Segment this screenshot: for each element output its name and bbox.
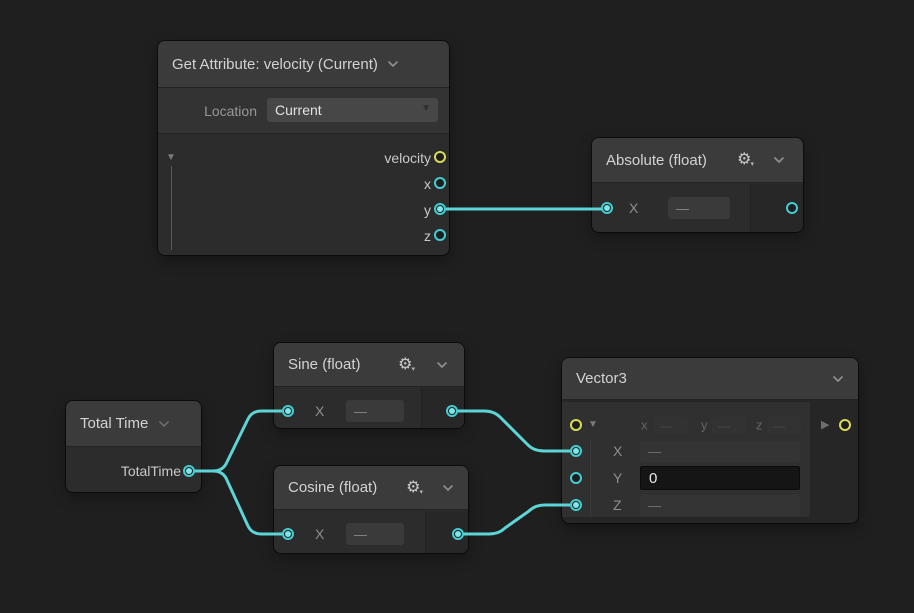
input-label-x: X [315,403,324,419]
output-column [422,388,464,428]
input-field-y[interactable] [640,466,800,490]
chevron-down-icon[interactable] [387,60,399,68]
output-label-y: y [424,202,431,218]
input-label-x: X [613,443,622,459]
compact-label-z: z [756,418,763,433]
expander-down-icon[interactable]: ▼ [588,420,598,430]
gear-icon[interactable]: ⚙▾ [398,357,415,373]
chevron-down-icon[interactable] [442,484,454,492]
output-label-velocity: velocity [384,150,431,166]
port-in-x[interactable] [282,405,294,417]
input-field-z[interactable]: — [640,495,800,516]
port-out-x[interactable] [434,177,446,189]
chevron-down-icon[interactable] [773,156,785,164]
body-divider [425,511,426,553]
port-in-x[interactable] [282,528,294,540]
node-vector3[interactable]: Vector3 ▼ x — y — z — X — Y Z — ▶ [562,358,858,523]
chevron-down-icon[interactable] [158,420,170,428]
gear-icon[interactable]: ⚙▾ [406,480,423,496]
edge-sine-to-vector3-x[interactable] [452,411,576,451]
node-settings-row: Location Current ▼ [158,88,449,134]
port-separator-line [590,440,591,516]
port-out[interactable] [452,528,464,540]
node-total-time[interactable]: Total Time TotalTime [66,401,201,492]
port-in-x[interactable] [601,202,613,214]
port-in-z[interactable] [570,499,582,511]
body-divider [750,184,751,232]
expander-down-icon[interactable]: ▼ [166,153,176,163]
node-title: Cosine (float) [288,479,377,496]
node-output-section: ▼ velocity x y z [158,134,449,255]
port-out-velocity[interactable] [434,151,446,163]
node-header[interactable]: Get Attribute: velocity (Current) [158,41,449,88]
compact-field-y[interactable]: — [712,417,746,434]
input-label-z: Z [613,497,622,513]
input-label-x: X [629,200,638,216]
gear-icon[interactable]: ⚙▾ [737,152,754,168]
node-title: Get Attribute: velocity (Current) [172,56,378,73]
port-out[interactable] [183,465,195,477]
dropdown-caret-icon: ▼ [421,104,431,114]
node-header[interactable]: Absolute (float) ⚙▾ [592,138,803,183]
node-header[interactable]: Vector3 [562,358,858,400]
location-label: Location [204,103,257,119]
node-get-attribute[interactable]: Get Attribute: velocity (Current) Locati… [158,41,449,255]
port-in-y[interactable] [570,472,582,484]
node-graph-canvas[interactable]: { "icons": { "gear": "⚙", "gear_caret": … [0,0,914,613]
node-absolute[interactable]: Absolute (float) ⚙▾ X — [592,138,803,232]
node-header[interactable]: Cosine (float) ⚙▾ [274,466,468,510]
input-field-x[interactable]: — [346,523,404,545]
port-out[interactable] [786,202,798,214]
group-guide-line [171,166,172,250]
node-title: Total Time [80,415,148,432]
node-header[interactable]: Total Time [66,401,201,447]
expander-right-icon[interactable]: ▶ [821,420,829,431]
input-label-y: Y [613,470,622,486]
location-dropdown[interactable]: Current ▼ [267,98,438,122]
node-sine[interactable]: Sine (float) ⚙▾ X — [274,343,464,428]
chevron-down-icon[interactable] [436,361,448,369]
node-title: Sine (float) [288,356,361,373]
compact-field-x[interactable]: — [654,417,688,434]
input-field-x[interactable]: — [668,197,730,219]
port-in-x[interactable] [570,445,582,457]
edge-cosine-to-vector3-z[interactable] [458,505,576,534]
port-in-vector3[interactable] [570,419,582,431]
input-field-x[interactable]: — [346,400,404,422]
body-divider [421,388,422,428]
node-cosine[interactable]: Cosine (float) ⚙▾ X — [274,466,468,553]
port-out[interactable] [839,419,851,431]
port-out-y[interactable] [434,203,446,215]
compact-label-y: y [701,418,708,433]
output-label-z: z [424,228,431,244]
compact-label-x: x [641,418,648,433]
chevron-down-icon[interactable] [832,375,844,383]
location-dropdown-value: Current [275,102,322,118]
input-label-x: X [315,526,324,542]
output-label-totaltime: TotalTime [121,463,181,479]
output-label-x: x [424,176,431,192]
compact-field-z[interactable]: — [767,417,801,434]
port-out-z[interactable] [434,229,446,241]
node-title: Vector3 [576,370,627,387]
input-field-x[interactable]: — [640,441,800,462]
port-out[interactable] [446,405,458,417]
node-title: Absolute (float) [606,152,707,169]
node-header[interactable]: Sine (float) ⚙▾ [274,343,464,387]
